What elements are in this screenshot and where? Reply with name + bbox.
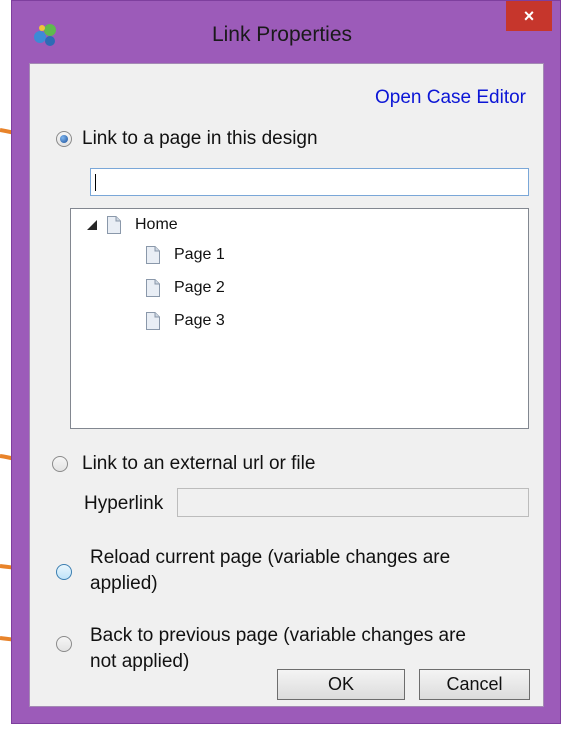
reload-page-label-line2: applied) — [90, 573, 158, 594]
page-icon — [107, 216, 121, 234]
text-caret — [95, 174, 96, 191]
external-link-label: Link to an external url or file — [82, 453, 316, 474]
page-icon — [146, 312, 160, 330]
open-case-editor-link[interactable]: Open Case Editor — [375, 87, 526, 109]
dialog-body: Open Case Editor Link to a page in this … — [29, 63, 544, 707]
page-link-label: Link to a page in this design — [82, 128, 318, 149]
page-link-radio[interactable] — [56, 131, 72, 147]
reload-page-radio[interactable] — [56, 564, 72, 580]
tree-item-home[interactable]: Home — [87, 214, 178, 236]
tree-item-page-2[interactable]: Page 2 — [146, 277, 225, 299]
tree-item-label: Page 2 — [174, 279, 225, 296]
back-page-radio[interactable] — [56, 636, 72, 652]
page-tree[interactable]: Home Page 1 Page 2 Page 3 — [70, 208, 529, 429]
hyperlink-label: Hyperlink — [84, 493, 164, 514]
close-button[interactable]: × — [506, 1, 552, 31]
window-title: Link Properties — [211, 23, 353, 46]
external-link-radio[interactable] — [52, 456, 68, 472]
ok-button[interactable]: OK — [277, 669, 405, 700]
page-icon — [146, 246, 160, 264]
tree-item-page-3[interactable]: Page 3 — [146, 310, 225, 332]
tree-item-label: Page 3 — [174, 312, 225, 329]
tree-item-label: Home — [135, 216, 178, 233]
cancel-button[interactable]: Cancel — [419, 669, 530, 700]
link-properties-dialog: Link Properties × Open Case Editor Link … — [11, 0, 561, 724]
tree-item-label: Page 1 — [174, 246, 225, 263]
close-icon: × — [523, 5, 535, 26]
hyperlink-input[interactable] — [177, 488, 529, 517]
page-search-input[interactable] — [90, 168, 529, 196]
reload-page-label-line1: Reload current page (variable changes ar… — [90, 547, 451, 568]
page-icon — [146, 279, 160, 297]
tree-item-page-1[interactable]: Page 1 — [146, 244, 225, 266]
back-page-label-line1: Back to previous page (variable changes … — [90, 625, 467, 646]
collapse-triangle-icon[interactable] — [87, 220, 97, 230]
title-bar[interactable]: Link Properties × — [12, 1, 560, 46]
back-page-label-line2: not applied) — [90, 651, 190, 672]
